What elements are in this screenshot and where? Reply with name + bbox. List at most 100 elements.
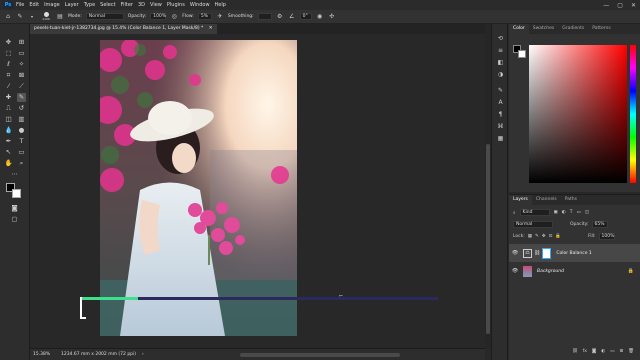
new-group-icon[interactable]: ▭	[610, 349, 614, 354]
tab-layers[interactable]: Layers	[509, 195, 532, 205]
zoom-level[interactable]: 15.38%	[33, 352, 55, 357]
new-layer-icon[interactable]: ⊞	[620, 349, 624, 354]
scroll-thumb[interactable]	[486, 144, 490, 334]
background-color-swatch[interactable]	[12, 189, 21, 198]
menu-view[interactable]: View	[150, 2, 162, 8]
blur-tool-icon[interactable]: 💧	[4, 126, 13, 135]
filter-shape-icon[interactable]: ▭	[576, 210, 580, 215]
filter-adjustment-icon[interactable]: ◐	[562, 210, 566, 215]
brush-panel-icon[interactable]: ✎	[496, 86, 505, 95]
lock-all-icon[interactable]: 🔒	[555, 234, 561, 239]
path-select-icon[interactable]: ↖	[4, 148, 13, 157]
status-arrow-icon[interactable]: ›	[142, 352, 144, 357]
properties-panel-icon[interactable]: ≡	[496, 46, 505, 55]
minimize-button[interactable]: —	[603, 2, 609, 9]
mode-select[interactable]: Normal	[85, 13, 124, 20]
filter-pixel-icon[interactable]: ▣	[554, 210, 558, 215]
menu-type[interactable]: Type	[84, 2, 95, 8]
tab-swatches[interactable]: Swatches	[529, 24, 559, 34]
lock-position-icon[interactable]: ✥	[542, 234, 546, 239]
character-panel-icon[interactable]: A	[496, 98, 505, 107]
layer-opacity-input[interactable]: 65%	[591, 221, 608, 228]
tab-paths[interactable]: Paths	[561, 195, 581, 205]
maximize-button[interactable]: ▢	[617, 2, 623, 9]
glyphs-panel-icon[interactable]: ⌘	[496, 122, 505, 131]
color-field[interactable]	[529, 45, 627, 183]
adjustments-panel-icon[interactable]: ◑	[496, 70, 505, 79]
dodge-tool-icon[interactable]: ●	[17, 126, 26, 135]
brush-settings-icon[interactable]: ▤	[56, 13, 64, 21]
angle-input[interactable]: 0°	[299, 13, 312, 20]
lock-image-icon[interactable]: ✎	[535, 234, 539, 239]
menu-3d[interactable]: 3D	[138, 2, 145, 8]
frame-tool-icon[interactable]: ⊠	[17, 71, 26, 80]
layer-mask-thumbnail[interactable]	[542, 247, 552, 259]
tab-color[interactable]: Color	[509, 24, 529, 34]
chain-link-icon[interactable]: ⛓	[534, 250, 540, 256]
airbrush-icon[interactable]: ✈	[216, 13, 224, 21]
gradient-tool-icon[interactable]: ▥	[17, 115, 26, 124]
move-tool-icon[interactable]: ✥	[4, 38, 13, 47]
lock-artboard-icon[interactable]: ⊡	[549, 234, 553, 239]
menu-window[interactable]: Window	[190, 2, 210, 8]
menu-select[interactable]: Select	[100, 2, 115, 8]
eyedropper-tool-icon[interactable]: ⁄	[4, 82, 13, 91]
lock-transparent-icon[interactable]: ▦	[528, 234, 532, 239]
libraries-panel-icon[interactable]: ◧	[496, 58, 505, 67]
tab-patterns[interactable]: Patterns	[588, 24, 615, 34]
pressure-opacity-icon[interactable]: ◎	[170, 13, 178, 21]
add-mask-icon[interactable]: ◙	[592, 349, 596, 354]
quick-mask-icon[interactable]: ◙	[10, 204, 19, 213]
eraser-tool-icon[interactable]: ◫	[4, 115, 13, 124]
layer-name[interactable]: Background	[537, 269, 564, 274]
lasso-tool-icon[interactable]: ℓ	[4, 60, 13, 69]
fill-input[interactable]: 100%	[598, 233, 615, 240]
type-tool-icon[interactable]: T	[17, 137, 26, 146]
document-image[interactable]	[100, 40, 297, 336]
menu-filter[interactable]: Filter	[121, 2, 133, 8]
link-layers-icon[interactable]: ⛓	[572, 349, 578, 354]
crop-tool-icon[interactable]: ⌗	[4, 71, 13, 80]
layer-name[interactable]: Color Balance 1	[556, 251, 591, 256]
menu-file[interactable]: File	[16, 2, 24, 8]
bg-swatch[interactable]	[518, 50, 526, 58]
menu-plugins[interactable]: Plugins	[167, 2, 185, 8]
kind-filter-select[interactable]: Kind	[519, 209, 550, 216]
more-tools-icon[interactable]: ⋯	[10, 170, 19, 179]
home-icon[interactable]: ⌂	[4, 13, 12, 21]
close-button[interactable]: ✕	[631, 2, 636, 9]
tab-channels[interactable]: Channels	[532, 195, 561, 205]
healing-brush-icon[interactable]: ✚	[4, 93, 13, 102]
close-tab-icon[interactable]: ✕	[209, 26, 213, 31]
fx-icon[interactable]: fx	[583, 349, 587, 354]
visibility-eye-icon[interactable]: 👁	[509, 268, 521, 274]
filter-smart-icon[interactable]: ◫	[585, 210, 589, 215]
menu-help[interactable]: Help	[215, 2, 226, 8]
layer-row-background[interactable]: 👁 Background 🔒	[509, 262, 640, 280]
paragraph-panel-icon[interactable]: ¶	[496, 110, 505, 119]
menu-layer[interactable]: Layer	[65, 2, 79, 8]
filter-type-icon[interactable]: T	[570, 210, 573, 215]
visibility-eye-icon[interactable]: 👁	[509, 250, 521, 256]
hand-tool-icon[interactable]: ✋	[4, 159, 13, 168]
swatches-panel-icon[interactable]: ▦	[496, 134, 505, 143]
pen-tool-icon[interactable]: ✒	[4, 137, 13, 146]
menu-edit[interactable]: Edit	[29, 2, 39, 8]
symmetry-icon[interactable]: ✣	[328, 13, 336, 21]
chevron-down-icon[interactable]: ▾	[28, 13, 36, 21]
pressure-size-icon[interactable]: ◉	[316, 13, 324, 21]
brush-tool-icon[interactable]: ✎	[16, 13, 24, 21]
horizontal-scrollbar[interactable]	[240, 353, 400, 357]
shape-tool-icon[interactable]: ▭	[17, 148, 26, 157]
document-tab[interactable]: pexels-tuan-kiet-jr-1382734.jpg @ 15.4% …	[30, 24, 217, 34]
history-panel-icon[interactable]: ⟲	[496, 34, 505, 43]
history-brush-icon[interactable]: ↺	[17, 104, 26, 113]
artboard-tool-icon[interactable]: ⊞	[17, 38, 26, 47]
clone-stamp-icon[interactable]: ⎍	[4, 104, 13, 113]
marquee-tool-icon[interactable]: ⬚	[4, 49, 13, 58]
rect-select-icon[interactable]: ▭	[17, 49, 26, 58]
smoothing-input[interactable]	[257, 13, 272, 20]
ruler-tool-icon[interactable]: ⟋	[17, 82, 26, 91]
gear-icon[interactable]: ⚙	[276, 13, 284, 21]
hue-slider[interactable]	[630, 45, 636, 183]
